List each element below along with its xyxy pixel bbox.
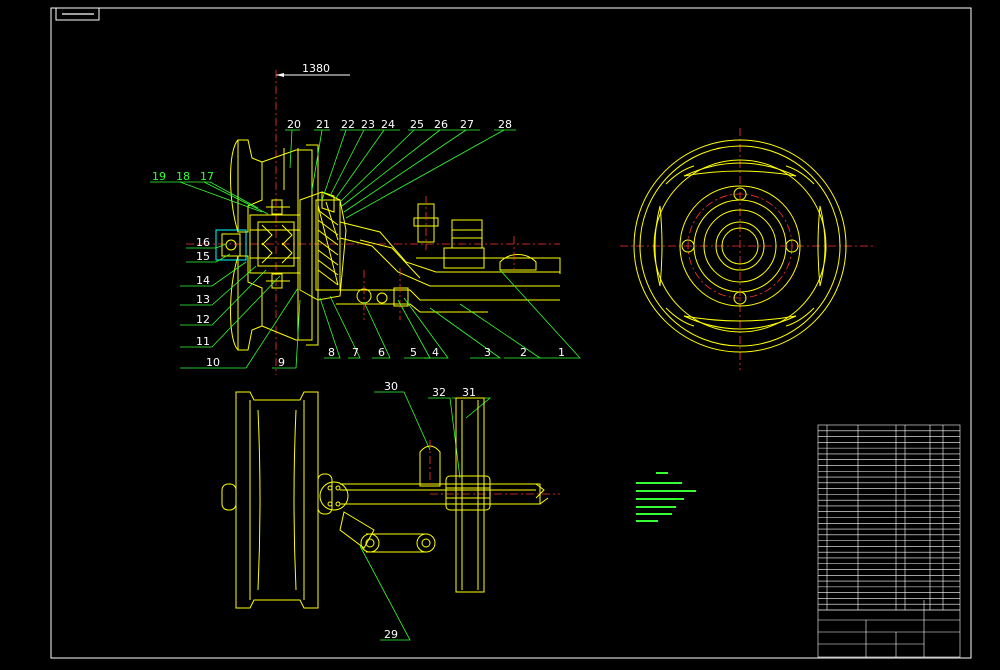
- label-4: 4: [432, 346, 439, 359]
- label-29: 29: [384, 628, 398, 641]
- label-12: 12: [196, 313, 210, 326]
- label-18: 18: [176, 170, 190, 183]
- leader-lines: [150, 129, 581, 641]
- dimension-1380: 1380: [276, 62, 350, 77]
- axle-top-view: [319, 397, 560, 593]
- label-24: 24: [381, 118, 395, 131]
- label-1: 1: [558, 346, 565, 359]
- label-9: 9: [278, 356, 285, 369]
- label-5: 5: [410, 346, 417, 359]
- label-23: 23: [361, 118, 375, 131]
- label-2: 2: [520, 346, 527, 359]
- label-28: 28: [498, 118, 512, 131]
- label-3: 3: [484, 346, 491, 359]
- label-25: 25: [410, 118, 424, 131]
- label-16: 16: [196, 236, 210, 249]
- wheel-side-profile: [221, 391, 333, 609]
- label-20: 20: [287, 118, 301, 131]
- label-32: 32: [432, 386, 446, 399]
- wheel-front-view: [620, 128, 876, 370]
- label-30: 30: [384, 380, 398, 393]
- technical-notes: [636, 472, 696, 522]
- drawing-sheet: 1380 20 21 22 23 24 25 26 27 28 19 18 17…: [50, 7, 972, 659]
- part-labels-left: 19 18 17 16 15 14 13 12 11 10: [152, 170, 220, 369]
- label-8: 8: [328, 346, 335, 359]
- label-21: 21: [316, 118, 330, 131]
- label-7: 7: [352, 346, 359, 359]
- label-13: 13: [196, 293, 210, 306]
- label-14: 14: [196, 274, 210, 287]
- label-19: 19: [152, 170, 166, 183]
- label-27: 27: [460, 118, 474, 131]
- part-labels-top: 20 21 22 23 24 25 26 27 28: [287, 118, 512, 131]
- part-labels-bottom: 9 8 7 6 5 4 3 2 1: [278, 346, 565, 369]
- label-10: 10: [206, 356, 220, 369]
- drawing-frame: [50, 7, 972, 659]
- label-31: 31: [462, 386, 476, 399]
- cad-drawing-canvas: 1380 20 21 22 23 24 25 26 27 28 19 18 17…: [0, 0, 1000, 666]
- label-11: 11: [196, 335, 210, 348]
- label-22: 22: [341, 118, 355, 131]
- label-15: 15: [196, 250, 210, 263]
- steering-linkage: [336, 196, 561, 320]
- label-17: 17: [200, 170, 214, 183]
- label-26: 26: [434, 118, 448, 131]
- label-6: 6: [378, 346, 385, 359]
- dimension-text: 1380: [302, 62, 330, 75]
- title-block: [817, 424, 961, 658]
